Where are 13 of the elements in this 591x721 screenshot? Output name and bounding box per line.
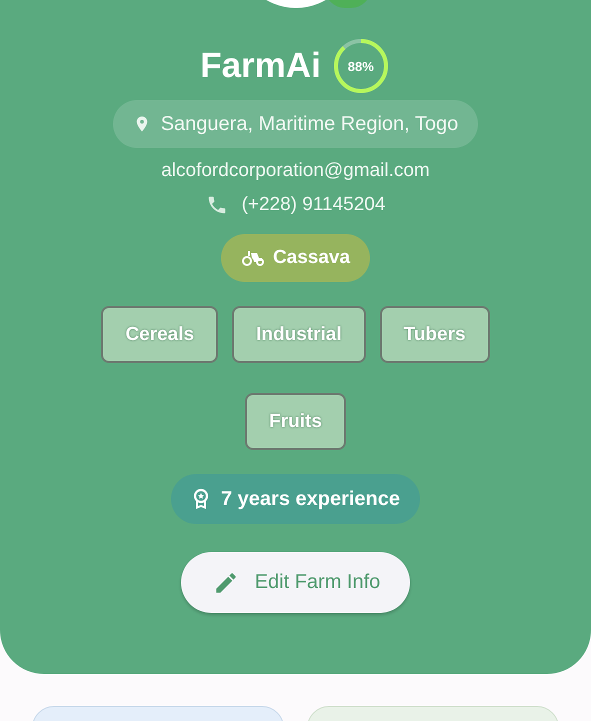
email-text: alcofordcorporation@gmail.com	[161, 160, 430, 182]
edit-farm-button[interactable]: Edit Farm Info	[180, 552, 410, 613]
tractor-icon	[240, 249, 265, 267]
category-chip: Cereals	[101, 306, 218, 363]
location-text: Sanguera, Maritime Region, Togo	[160, 112, 458, 136]
category-chip: Fruits	[245, 393, 346, 450]
category-chip: Tubers	[380, 306, 490, 363]
completion-percent: 88%	[346, 58, 375, 76]
experience-text: 7 years experience	[220, 488, 400, 510]
phone-text: (+228) 91145204	[242, 194, 386, 216]
farm-name: FarmAi	[200, 46, 321, 86]
crop-text: Cassava	[272, 247, 350, 269]
category-chip: Industrial	[232, 306, 366, 363]
